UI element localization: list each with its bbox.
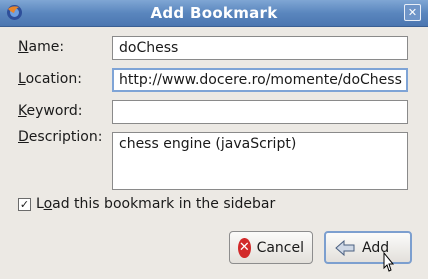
cancel-icon: ✕ [238, 237, 251, 258]
add-bookmark-icon [335, 239, 355, 256]
sidebar-checkbox-label[interactable]: Load this bookmark in the sidebar [36, 196, 275, 212]
window-title: Add Bookmark [150, 4, 278, 22]
keyword-field[interactable] [112, 100, 408, 124]
location-field[interactable]: http://www.docere.ro/momente/doChess [112, 68, 408, 92]
cancel-button[interactable]: ✕ Cancel [229, 231, 313, 264]
description-label: Description: [18, 129, 103, 145]
name-label: Name: [18, 39, 65, 55]
title-bar[interactable]: Add Bookmark ✕ [0, 0, 428, 27]
add-button[interactable]: Add [324, 231, 412, 264]
keyword-label: Keyword: [18, 103, 83, 119]
description-field[interactable]: chess engine (javaScript) [112, 132, 408, 190]
sidebar-checkbox[interactable]: ✓ [18, 198, 31, 211]
close-icon[interactable]: ✕ [404, 4, 421, 21]
name-field[interactable]: doChess [112, 36, 408, 60]
location-label: Location: [18, 71, 82, 87]
mouse-pointer-icon [383, 251, 395, 272]
cancel-button-label: Cancel [256, 239, 304, 256]
